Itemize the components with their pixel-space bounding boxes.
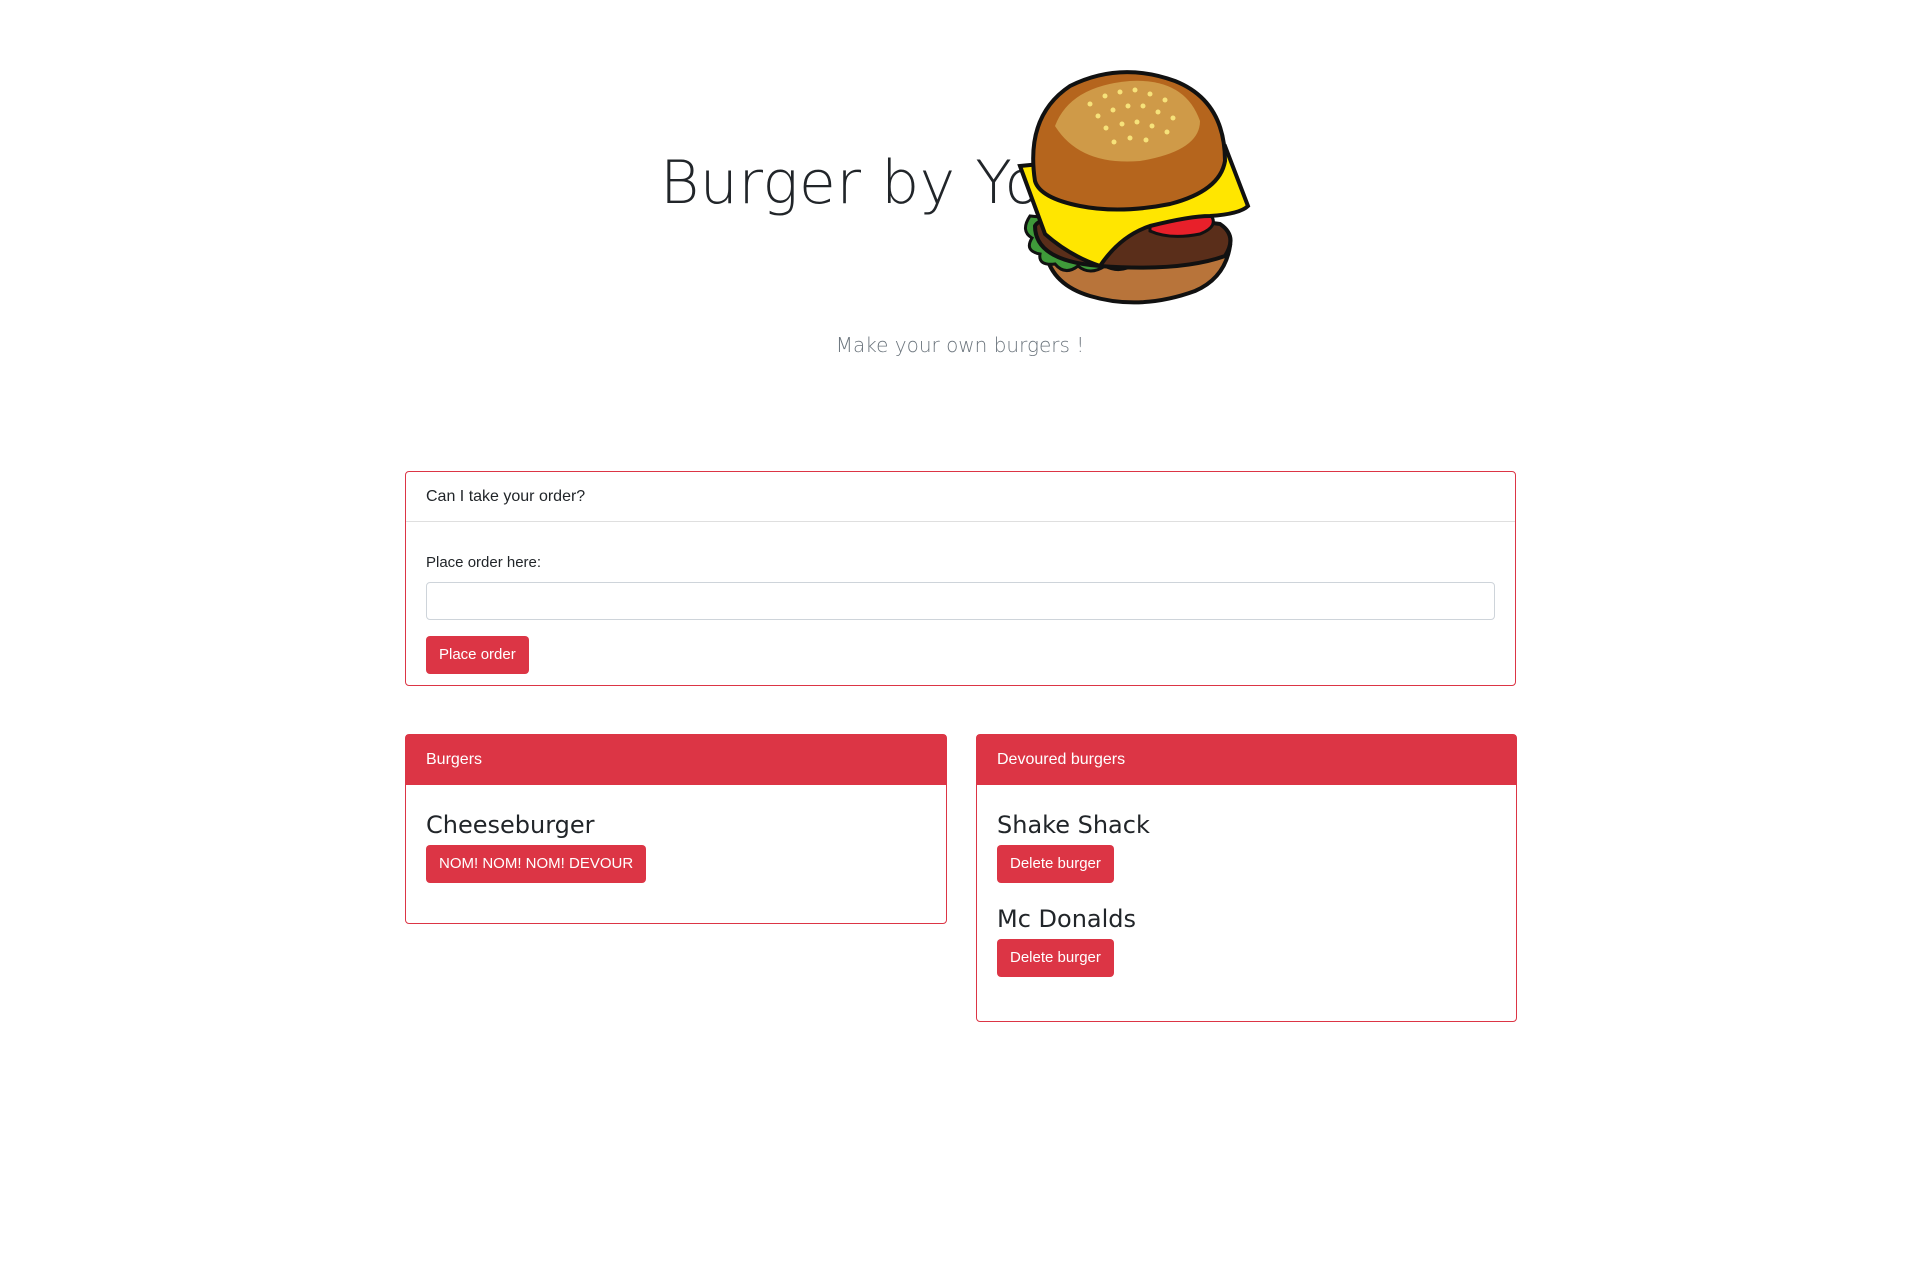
page-subtitle: Make your own burgers ! [835,333,1085,357]
place-order-button[interactable]: Place order [426,636,529,674]
order-card-body: Place order here: Place order [406,522,1515,694]
burger-icon [1017,70,1251,305]
burgers-card-header: Burgers [406,735,946,785]
devoured-card: Devoured burgers Shake Shack Delete burg… [976,734,1517,1022]
order-card: Can I take your order? Place order here:… [405,471,1516,686]
devoured-list: Shake Shack Delete burger Mc Donalds Del… [977,785,1516,997]
burger-name: Mc Donalds [997,905,1137,933]
list-item: Cheeseburger NOM! NOM! NOM! DEVOUR [426,811,926,883]
hero-header: Burger by You Make your own burgers ! [0,0,1920,400]
burger-name: Cheeseburger [426,811,595,839]
burger-name: Shake Shack [997,811,1150,839]
devour-button[interactable]: NOM! NOM! NOM! DEVOUR [426,845,647,883]
page: Burger by You Make your own burgers ! Ca… [0,0,1920,1270]
delete-burger-button[interactable]: Delete burger [997,845,1114,883]
order-field-label: Place order here: [426,554,542,571]
order-input[interactable] [426,582,1495,620]
list-item: Mc Donalds Delete burger [997,905,1496,977]
devoured-card-header: Devoured burgers [977,735,1516,785]
list-item: Shake Shack Delete burger [997,811,1496,883]
burgers-list: Cheeseburger NOM! NOM! NOM! DEVOUR [406,785,946,903]
burgers-card: Burgers Cheeseburger NOM! NOM! NOM! DEVO… [405,734,947,924]
order-card-header: Can I take your order? [406,472,1515,522]
delete-burger-button[interactable]: Delete burger [997,939,1114,977]
